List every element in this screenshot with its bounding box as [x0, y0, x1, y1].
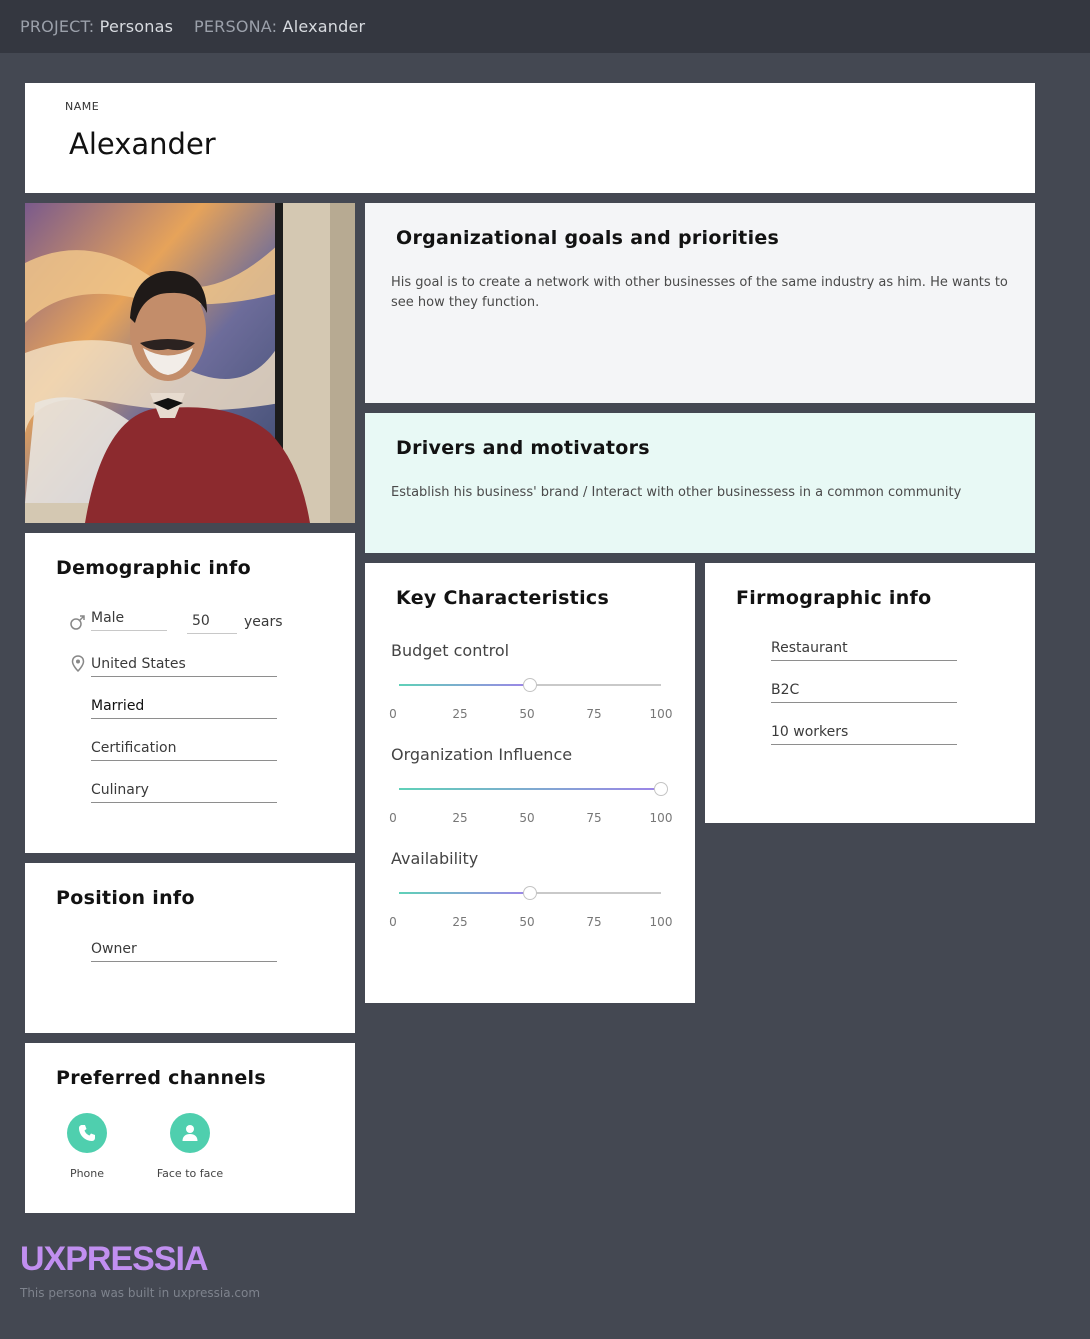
position-title: Position info: [56, 887, 195, 909]
channel-face-to-face[interactable]: Face to face: [140, 1113, 240, 1180]
gender-field[interactable]: Male: [91, 607, 167, 631]
location-value: United States: [91, 656, 186, 672]
slider-thumb[interactable]: [523, 886, 537, 900]
slider-tick-label: 25: [452, 915, 468, 929]
slider-fill: [399, 788, 661, 790]
industry-value: Restaurant: [771, 640, 848, 656]
location-field[interactable]: United States: [91, 653, 277, 677]
male-icon: [70, 615, 85, 630]
slider-tick-label: 75: [586, 915, 602, 929]
channel-phone-label: Phone: [69, 1167, 105, 1180]
slider-tick-label: 0: [389, 811, 397, 825]
top-bar: PROJECT: Personas PERSONA: Alexander: [0, 0, 1090, 53]
channel-face-to-face-circle: [170, 1113, 210, 1153]
breadcrumb-persona[interactable]: PERSONA: Alexander: [194, 17, 365, 36]
slider-tick-label: 0: [389, 915, 397, 929]
slider-tick-label: 75: [586, 811, 602, 825]
slider-tick-label: 50: [519, 811, 535, 825]
drivers-card: Drivers and motivators Establish his bus…: [365, 413, 1035, 553]
persona-name: Alexander: [282, 17, 366, 36]
company-size-field[interactable]: 10 workers: [771, 721, 957, 745]
slider-thumb[interactable]: [523, 678, 537, 692]
industry-field[interactable]: Restaurant: [771, 637, 957, 661]
slider-tick-label: 25: [452, 707, 468, 721]
drivers-title: Drivers and motivators: [396, 437, 650, 459]
key-characteristics-card: Key Characteristics Budget control 0 25 50 7…: [365, 563, 695, 1003]
slider-tick-label: 50: [519, 915, 535, 929]
project-name: Personas: [99, 17, 174, 36]
goals-text[interactable]: His goal is to create a network with oth…: [391, 273, 1016, 313]
age-unit: years: [244, 614, 283, 630]
persona-photo-image: [25, 203, 355, 523]
demographic-card: Demographic info Male 50 years United St…: [25, 533, 355, 853]
phone-icon: [79, 1125, 95, 1141]
demographic-title: Demographic info: [56, 557, 251, 579]
slider-tick-label: 0: [389, 707, 397, 721]
age-value: 50: [192, 613, 210, 629]
slider-label: Availability: [391, 849, 479, 868]
slider-tick-label: 75: [586, 707, 602, 721]
position-card: Position info Owner: [25, 863, 355, 1033]
education-field[interactable]: Certification: [91, 737, 277, 761]
persona-photo[interactable]: [25, 203, 355, 523]
age-field[interactable]: 50: [187, 610, 237, 634]
project-label: PROJECT:: [20, 17, 95, 36]
persona-label: PERSONA:: [194, 17, 278, 36]
business-type-value: B2C: [771, 682, 800, 698]
slider-tick-label: 25: [452, 811, 468, 825]
footer-text[interactable]: This persona was built in uxpressia.com: [20, 1286, 260, 1300]
channel-face-to-face-label: Face to face: [156, 1167, 224, 1180]
slider-label: Organization Influence: [391, 745, 573, 764]
firmographic-title: Firmographic info: [736, 587, 932, 609]
person-icon: [182, 1125, 198, 1141]
role-value: Owner: [91, 941, 137, 957]
goals-card: Organizational goals and priorities His …: [365, 203, 1035, 403]
company-size-value: 10 workers: [771, 724, 849, 740]
breadcrumb-project[interactable]: PROJECT: Personas: [20, 17, 173, 36]
gender-value: Male: [91, 610, 125, 626]
slider-track[interactable]: [399, 782, 668, 796]
slider-tick-label: 100: [649, 707, 673, 721]
slider-tick-label: 100: [649, 915, 673, 929]
channels-card: Preferred channels Phone Face to face: [25, 1043, 355, 1213]
uxpressia-logo[interactable]: UXPRESSIA: [20, 1240, 208, 1279]
slider-label: Budget control: [391, 641, 510, 660]
slider-tick-label: 100: [649, 811, 673, 825]
study-field-value: Culinary: [91, 782, 149, 798]
name-label: NAME: [65, 100, 100, 113]
channel-phone[interactable]: Phone: [37, 1113, 137, 1180]
role-field[interactable]: Owner: [91, 938, 277, 962]
slider-thumb[interactable]: [654, 782, 668, 796]
marital-status-field[interactable]: Married: [91, 695, 277, 719]
marital-status-value: Married: [91, 698, 145, 714]
business-type-field[interactable]: B2C: [771, 679, 957, 703]
slider-fill: [399, 892, 530, 894]
channels-title: Preferred channels: [56, 1067, 266, 1089]
education-value: Certification: [91, 740, 177, 756]
firmographic-card: Firmographic info Restaurant B2C 10 work…: [705, 563, 1035, 823]
slider-track[interactable]: [399, 886, 661, 900]
slider-fill: [399, 684, 530, 686]
slider-tick-label: 50: [519, 707, 535, 721]
channel-phone-circle: [67, 1113, 107, 1153]
key-characteristics-title: Key Characteristics: [396, 587, 610, 609]
slider-track[interactable]: [399, 678, 661, 692]
location-pin-icon: [71, 655, 85, 673]
study-field[interactable]: Culinary: [91, 779, 277, 803]
drivers-text[interactable]: Establish his business' brand / Interact…: [391, 483, 1016, 503]
persona-name-field[interactable]: Alexander: [69, 127, 216, 161]
name-card: NAME Alexander: [25, 83, 1035, 193]
goals-title: Organizational goals and priorities: [396, 227, 780, 249]
